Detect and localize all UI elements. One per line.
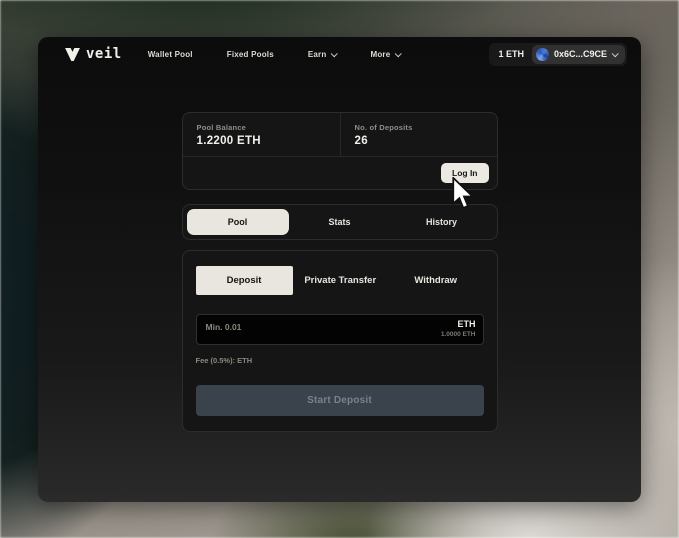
wallet-identicon [535,47,549,61]
deposit-card: Deposit Private Transfer Withdraw ETH 1.… [181,250,498,432]
tab-deposit[interactable]: Deposit [195,266,293,295]
tab-stats[interactable]: Stats [289,209,391,235]
pool-balance-stat: Pool Balance 1.2200 ETH [183,113,340,156]
veil-logo-text: veil [86,46,122,62]
pool-stats-card: Pool Balance 1.2200 ETH No. of Deposits … [181,112,498,190]
wallet-address-button[interactable]: 0x6C...C9CE [531,44,625,64]
deposits-stat: No. of Deposits 26 [339,113,497,156]
nav-bar: veil Wallet Pool Fixed Pools Earn More 1… [38,37,641,67]
nav-item-more[interactable]: More [370,49,403,59]
pool-balance-label: Pool Balance [196,123,246,132]
main-content: Pool Balance 1.2200 ETH No. of Deposits … [181,112,498,432]
deposits-value: 26 [354,135,368,147]
nav-item-earn[interactable]: Earn [307,49,339,59]
nav-item-label: Earn [307,49,327,59]
amount-field-wrap: ETH 1.0000 ETH [195,314,484,345]
amount-input[interactable] [195,314,484,345]
start-deposit-button[interactable]: Start Deposit [195,385,484,416]
veil-logo-icon [65,47,80,61]
nav-item-label: Wallet Pool [147,49,193,59]
tab-private-transfer[interactable]: Private Transfer [293,266,389,295]
deposits-label: No. of Deposits [354,123,413,132]
action-tabs: Deposit Private Transfer Withdraw [195,266,484,295]
chevron-down-icon [331,49,339,57]
chevron-down-icon [395,49,403,57]
nav-item-wallet-pool[interactable]: Wallet Pool [148,50,193,59]
wallet-area: 1 ETH 0x6C...C9CE [489,42,627,66]
tab-history[interactable]: History [391,209,493,235]
log-in-button[interactable]: Log In [441,163,489,183]
veil-logo[interactable]: veil [65,46,122,62]
stats-actions: Log In [183,157,497,189]
pool-balance-value: 1.2200 ETH [196,135,261,147]
view-tabs: Pool Stats History [181,204,498,240]
nav-item-label: More [370,49,391,59]
app-window: veil Wallet Pool Fixed Pools Earn More 1… [38,37,641,502]
nav-item-label: Fixed Pools [226,49,274,59]
fee-text: Fee (0.5%): ETH [195,356,253,365]
chevron-down-icon [611,49,619,57]
tab-pool[interactable]: Pool [186,209,289,235]
wallet-address: 0x6C...C9CE [553,49,607,59]
nav-items: Wallet Pool Fixed Pools Earn More [148,49,403,59]
tab-withdraw[interactable]: Withdraw [388,266,484,295]
nav-item-fixed-pools[interactable]: Fixed Pools [227,50,274,59]
eth-balance: 1 ETH [498,49,524,59]
stats-row: Pool Balance 1.2200 ETH No. of Deposits … [182,113,497,157]
